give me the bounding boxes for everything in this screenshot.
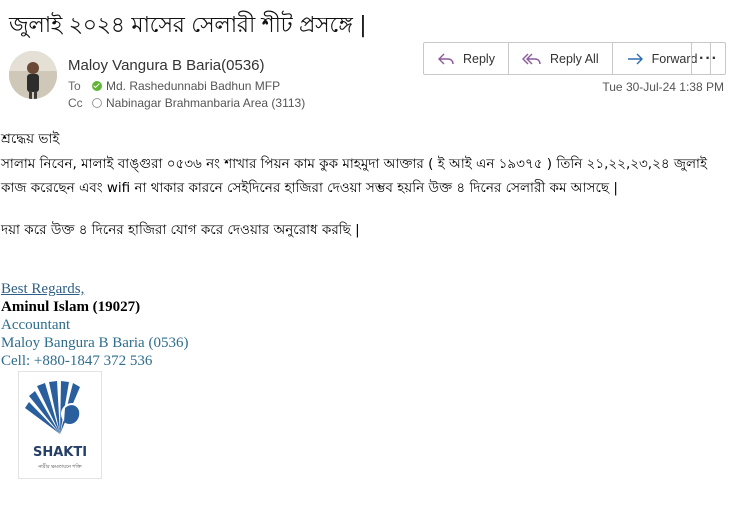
sender-avatar[interactable]	[9, 51, 57, 99]
logo-tagline: নারীর ক্ষমতায়নে শক্তি	[38, 464, 82, 470]
shakti-logo-icon	[25, 381, 83, 434]
signature-name: Aminul Islam (19027)	[1, 299, 141, 315]
signature-title: Accountant	[1, 317, 71, 333]
to-row: To Md. Rashedunnabi Badhun MFP	[68, 79, 280, 93]
cc-label: Cc	[68, 96, 83, 110]
signature-cell: Cell: +880-1847 372 536	[1, 353, 153, 369]
reply-button[interactable]: Reply	[424, 43, 509, 74]
signature-branch: Maloy Bangura B Baria (0536)	[1, 335, 189, 351]
signature-regards: Best Regards,	[1, 281, 85, 297]
cc-recipient[interactable]: Nabinagar Brahmanbaria Area (3113)	[106, 96, 305, 110]
avatar-photo-icon	[9, 51, 57, 99]
more-icon: ···	[699, 49, 718, 67]
sent-date: Tue 30-Jul-24 1:38 PM	[602, 80, 724, 94]
shakti-logo: SHAKTI নারীর ক্ষমতায়নে শক্তি	[18, 371, 102, 479]
body-line-2: কাজ করেছেন এবং wifi না থাকার কারনে সেইদি…	[1, 180, 618, 196]
body-greeting: শ্রদ্ধেয় ভাই	[1, 131, 60, 147]
reply-icon	[438, 53, 454, 64]
offline-status-icon	[92, 98, 102, 108]
reply-all-button[interactable]: Reply All	[509, 43, 613, 74]
online-status-icon	[92, 81, 102, 91]
to-label: To	[68, 79, 81, 93]
email-subject: জুলাই ২০২৪ মাসের সেলারী শীট প্রসঙ্গে |	[9, 13, 367, 38]
to-recipient[interactable]: Md. Rashedunnabi Badhun MFP	[106, 79, 280, 93]
sender-name[interactable]: Maloy Vangura B Baria(0536)	[68, 57, 265, 74]
cc-row: Cc Nabinagar Brahmanbaria Area (3113)	[68, 96, 305, 110]
reply-all-label: Reply All	[549, 51, 599, 66]
more-actions-button[interactable]: ···	[691, 42, 726, 75]
body-line-3: দয়া করে উক্ত ৪ দিনের হাজিরা যোগ করে দেও…	[1, 222, 360, 238]
body-line-1: সালাম নিবেন, মালাই বাঙ্গুরা ০৫৩৬ নং শাখা…	[1, 156, 707, 172]
forward-icon	[627, 53, 643, 64]
reply-toolbar: Reply Reply All Forward	[423, 42, 712, 75]
logo-text: SHAKTI	[32, 445, 88, 460]
reply-all-icon	[521, 53, 541, 64]
reply-label: Reply	[463, 51, 495, 66]
